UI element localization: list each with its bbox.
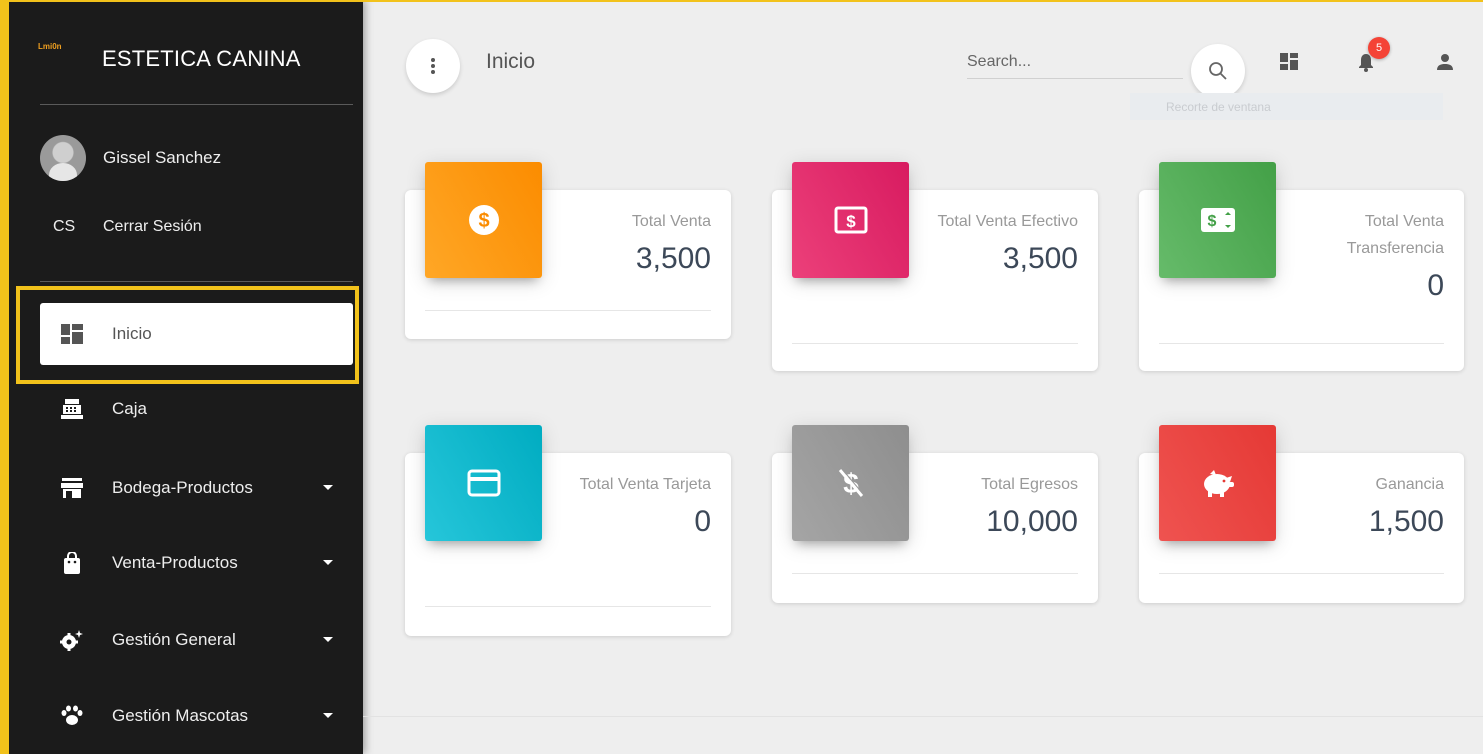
menu-toggle-button[interactable] (406, 39, 460, 93)
user-name: Gissel Sanchez (103, 148, 222, 167)
sidebar-item-bodega-productos[interactable]: Bodega-Productos (40, 456, 353, 520)
piggy-bank-icon (1203, 470, 1234, 497)
svg-text:$: $ (846, 212, 856, 231)
card-content: Total Egresos 10,000 (908, 471, 1078, 544)
card-icon-box: $ (792, 162, 909, 278)
card-footer-divider (792, 343, 1078, 344)
brand-title: ESTETICA CANINA (102, 46, 301, 71)
chevron-down-icon (323, 560, 333, 565)
stat-card-total-venta-efectivo: $ Total Venta Efectivo 3,500 (772, 162, 1098, 371)
logout-label: Cerrar Sesión (103, 218, 202, 235)
window-snip-tooltip: Recorte de ventana (1130, 93, 1443, 120)
chevron-down-icon (323, 713, 333, 718)
card-value: 0 (1427, 269, 1444, 302)
card-value: 3,500 (1002, 242, 1078, 275)
sidebar-item-gestion-mascotas[interactable]: Gestión Mascotas (40, 684, 353, 748)
sidebar-divider (40, 281, 353, 282)
card-footer-divider (425, 606, 711, 607)
brand-logo[interactable]: Lmi0n ESTETICA CANINA (38, 40, 301, 80)
money-transfer-icon: $ (1200, 208, 1235, 232)
person-icon (1437, 53, 1453, 70)
card-category: Total Venta Tarjeta (579, 476, 711, 493)
svg-text:$: $ (478, 210, 489, 232)
sidebar-item-venta-productos[interactable]: Venta-Productos (40, 531, 353, 595)
card-category: Ganancia (1375, 476, 1445, 493)
search-icon (1209, 62, 1227, 80)
sidebar-item-caja[interactable]: Caja (40, 377, 353, 441)
sidebar-item-label: Gestión General (112, 630, 236, 649)
notification-badge: 5 (1368, 37, 1390, 59)
sidebar-item-gestion-general[interactable]: Gestión General (40, 608, 353, 672)
card-value: 10,000 (986, 505, 1078, 538)
sidebar-item-label: Inicio (112, 324, 152, 343)
gears-icon (60, 628, 84, 652)
card-value: 3,500 (635, 242, 711, 275)
card-content: Total Venta Tarjeta 0 (541, 471, 711, 544)
dashboard-icon (60, 322, 84, 346)
avatar (40, 135, 86, 181)
card-value: 1,500 (1368, 505, 1444, 538)
stat-card-total-venta-tarjeta: Total Venta Tarjeta 0 (405, 425, 731, 636)
store-icon (60, 476, 84, 500)
footer-divider (363, 716, 1483, 717)
card-footer-divider (425, 310, 711, 311)
dashboard-icon (1280, 52, 1298, 70)
logout-link[interactable]: CS Cerrar Sesión (53, 218, 202, 236)
card-category: Total Venta Transferencia (1346, 213, 1444, 257)
card-content: Total Venta Efectivo 3,500 (908, 208, 1078, 281)
sidebar-item-label: Gestión Mascotas (112, 706, 249, 725)
logout-abbr: CS (53, 218, 76, 235)
chevron-down-icon (323, 637, 333, 642)
stat-card-total-venta: $ Total Venta 3,500 (405, 162, 731, 339)
card-icon-box: $ (1159, 162, 1276, 278)
sidebar-item-label: Venta-Productos (112, 553, 238, 572)
paw-icon (60, 704, 84, 728)
cash-icon: $ (834, 206, 867, 234)
dollar-circle-icon: $ (468, 205, 499, 235)
logo-mini: Lmi0n (38, 42, 62, 51)
dashboard-button[interactable] (1278, 50, 1300, 72)
stat-card-total-venta-transferencia: $ Total Venta Transferencia 0 (1139, 162, 1464, 371)
card-icon-box: $ (425, 162, 542, 278)
sidebar-item-label: Bodega-Productos (112, 478, 253, 497)
page-title: Inicio (486, 50, 536, 73)
card-category: Total Venta (631, 213, 711, 230)
stat-card-ganancia: Ganancia 1,500 (1139, 425, 1464, 603)
sidebar-item-label: Caja (112, 399, 147, 418)
stat-card-total-egresos: $ Total Egresos 10,000 (772, 425, 1098, 603)
card-category: Total Egresos (981, 476, 1078, 493)
search-input[interactable] (967, 46, 1183, 79)
money-off-icon: $ (838, 468, 864, 499)
card-icon-box (425, 425, 542, 541)
card-content: Total Venta 3,500 (541, 208, 711, 281)
search-button[interactable] (1191, 44, 1245, 98)
card-content: Total Venta Transferencia 0 (1274, 208, 1444, 308)
more-vert-icon (431, 58, 435, 74)
credit-card-icon (467, 469, 500, 497)
card-footer-divider (1159, 343, 1444, 344)
sidebar: Lmi0n ESTETICA CANINA Gissel Sanchez CS … (0, 0, 363, 754)
card-content: Ganancia 1,500 (1274, 471, 1444, 544)
shopping-bag-icon (60, 551, 84, 575)
profile-button[interactable] (1435, 51, 1455, 71)
card-icon-box: $ (792, 425, 909, 541)
cash-register-icon (60, 397, 84, 421)
card-footer-divider (1159, 573, 1444, 574)
svg-text:$: $ (1207, 213, 1216, 230)
card-category: Total Venta Efectivo (937, 213, 1078, 230)
user-profile[interactable]: Gissel Sanchez (40, 135, 221, 181)
sidebar-divider (40, 104, 353, 105)
card-icon-box (1159, 425, 1276, 541)
card-value: 0 (694, 505, 711, 538)
card-footer-divider (792, 573, 1078, 574)
sidebar-item-inicio[interactable]: Inicio (40, 303, 353, 365)
chevron-down-icon (323, 485, 333, 490)
